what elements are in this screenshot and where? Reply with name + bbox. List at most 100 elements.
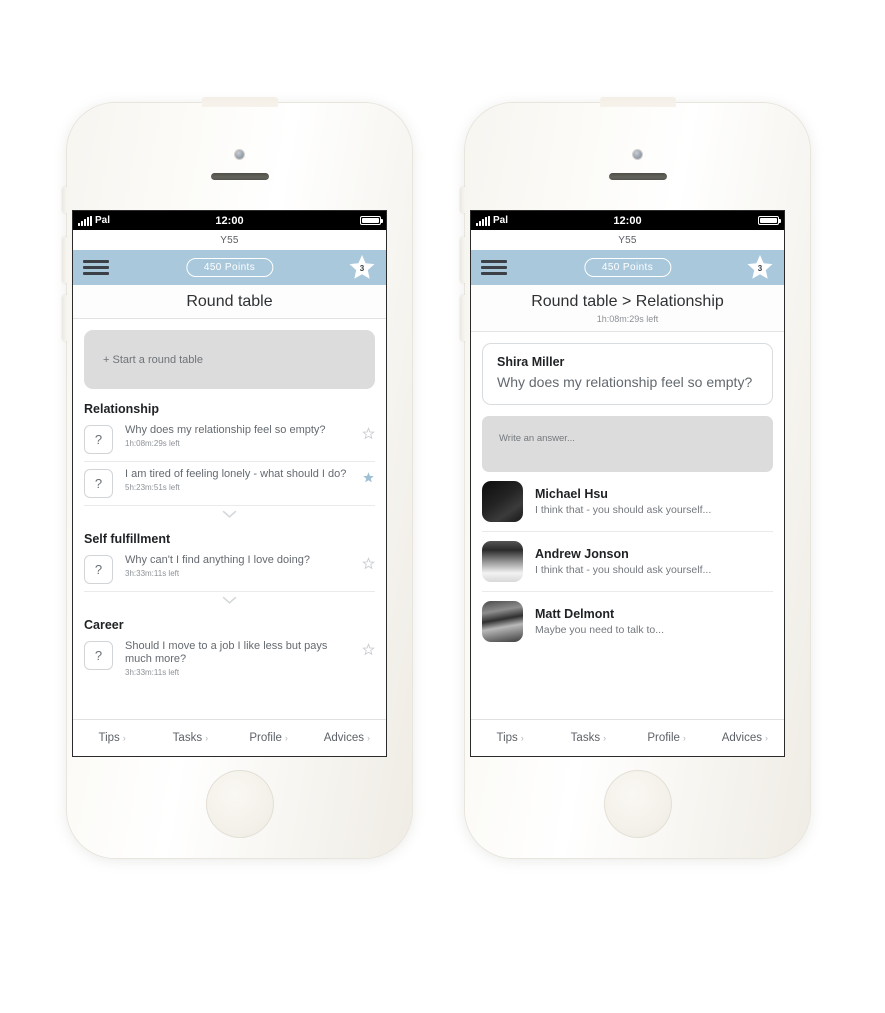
star-filled-icon[interactable]	[362, 471, 375, 489]
earpiece-speaker	[210, 173, 269, 180]
brand-bar: Y55	[471, 230, 784, 250]
category-title-career: Career	[84, 618, 124, 632]
earpiece-speaker	[608, 173, 667, 180]
question-label: Why does my relationship feel so empty?	[125, 424, 326, 436]
volume-up-button[interactable]	[63, 237, 68, 283]
star-badge-icon[interactable]: 3	[348, 254, 376, 281]
tab-label: Tips	[98, 732, 120, 744]
brand-name: Y55	[618, 234, 637, 246]
bottom-tab-bar: Tips › Tasks › Profile › Advices ›	[471, 719, 784, 756]
category-title-self-fulfillment: Self fulfillment	[84, 532, 171, 546]
tab-tips[interactable]: Tips ›	[471, 732, 549, 744]
star-outline-icon[interactable]	[362, 427, 375, 445]
answer-row[interactable]: Michael Hsu I think that - you should as…	[482, 472, 773, 531]
brand-bar: Y55	[73, 230, 386, 250]
app-content-list: + Start a round table Relationship ? Why…	[73, 319, 386, 719]
question-label: Why can't I find anything I love doing?	[125, 554, 310, 566]
question-text-block: Why does my relationship feel so empty? …	[113, 424, 362, 448]
tab-label: Profile	[249, 732, 282, 744]
star-badge-icon[interactable]: 3	[746, 254, 774, 281]
avatar	[482, 481, 523, 522]
star-outline-icon[interactable]	[362, 643, 375, 661]
tab-profile[interactable]: Profile ›	[628, 732, 706, 744]
question-row[interactable]: ? Why does my relationship feel so empty…	[84, 418, 375, 461]
tab-profile[interactable]: Profile ›	[230, 732, 308, 744]
page-title: Round table	[186, 293, 273, 310]
points-badge[interactable]: 450 Points	[185, 258, 274, 277]
write-answer-input[interactable]: Write an answer...	[482, 416, 773, 472]
question-body: Why does my relationship feel so empty?	[497, 374, 753, 390]
question-mark-icon: ?	[84, 641, 113, 670]
title-area: Round table > Relationship 1h:08m:29s le…	[471, 285, 784, 332]
tab-advices[interactable]: Advices ›	[706, 732, 784, 744]
tab-label: Advices	[721, 732, 763, 744]
avatar	[482, 601, 523, 642]
home-button[interactable]	[205, 770, 274, 838]
tab-tasks[interactable]: Tasks ›	[151, 732, 229, 744]
status-time: 12:00	[613, 214, 642, 227]
chevron-right-icon: ›	[765, 733, 769, 743]
phone-device-list: Pal 12:00 Y55 450 Points 3 Round table +…	[63, 97, 412, 858]
question-label: Should I move to a job I like less but p…	[125, 640, 328, 665]
nav-bar: 450 Points 3	[73, 250, 386, 285]
tab-label: Tasks	[570, 732, 601, 744]
question-card: Shira Miller Why does my relationship fe…	[482, 343, 773, 405]
question-mark-icon: ?	[84, 425, 113, 454]
hamburger-menu-icon[interactable]	[481, 260, 507, 275]
screen-round-table-detail: Pal 12:00 Y55 450 Points 3 Round table >…	[470, 210, 785, 757]
question-row[interactable]: ? Should I move to a job I like less but…	[84, 634, 375, 684]
chevron-right-icon: ›	[122, 733, 126, 743]
silent-switch[interactable]	[63, 187, 68, 213]
status-bar: Pal 12:00	[471, 211, 784, 230]
answer-snippet: I think that - you should ask yourself..…	[535, 504, 712, 516]
breadcrumb: Round table > Relationship	[531, 293, 724, 310]
question-timer: 3h:33m:11s left	[125, 569, 180, 578]
question-mark-icon: ?	[84, 469, 113, 498]
front-camera-icon	[234, 150, 244, 159]
star-outline-icon[interactable]	[362, 557, 375, 575]
collapse-section-button[interactable]	[84, 592, 375, 605]
volume-down-button[interactable]	[63, 295, 68, 341]
silent-switch[interactable]	[461, 187, 466, 213]
start-round-table-button[interactable]: + Start a round table	[84, 330, 375, 389]
answer-author: Michael Hsu	[535, 487, 608, 501]
answer-author: Matt Delmont	[535, 607, 615, 621]
question-text-block: Should I move to a job I like less but p…	[113, 640, 362, 677]
points-badge[interactable]: 450 Points	[583, 258, 672, 277]
tab-label: Tips	[496, 732, 518, 744]
start-round-table-label: + Start a round table	[103, 353, 203, 366]
question-row[interactable]: ? I am tired of feeling lonely - what sh…	[84, 462, 375, 505]
status-bar: Pal 12:00	[73, 211, 386, 230]
front-camera-icon	[632, 150, 642, 159]
tab-tasks[interactable]: Tasks ›	[549, 732, 627, 744]
question-row[interactable]: ? Why can't I find anything I love doing…	[84, 548, 375, 591]
home-button[interactable]	[603, 770, 672, 838]
chevron-right-icon: ›	[367, 733, 371, 743]
chevron-right-icon: ›	[603, 733, 607, 743]
round-timer: 1h:08m:29s left	[596, 314, 659, 324]
status-time: 12:00	[215, 214, 244, 227]
answer-text-block: Michael Hsu I think that - you should as…	[523, 487, 711, 516]
question-mark-icon: ?	[84, 555, 113, 584]
volume-down-button[interactable]	[461, 295, 466, 341]
bottom-tab-bar: Tips › Tasks › Profile › Advices ›	[73, 719, 386, 756]
question-text-block: I am tired of feeling lonely - what shou…	[113, 468, 362, 492]
nav-bar: 450 Points 3	[471, 250, 784, 285]
tab-label: Advices	[323, 732, 365, 744]
tab-advices[interactable]: Advices ›	[308, 732, 386, 744]
title-area: Round table	[73, 285, 386, 319]
answer-text-block: Matt Delmont Maybe you need to talk to..…	[523, 607, 664, 636]
hamburger-menu-icon[interactable]	[83, 260, 109, 275]
volume-up-button[interactable]	[461, 237, 466, 283]
answer-snippet: I think that - you should ask yourself..…	[535, 564, 712, 576]
tab-label: Tasks	[172, 732, 203, 744]
question-timer: 3h:33m:11s left	[125, 668, 180, 677]
answer-row[interactable]: Matt Delmont Maybe you need to talk to..…	[482, 592, 773, 651]
battery-full-icon	[758, 216, 781, 225]
collapse-section-button[interactable]	[84, 506, 375, 519]
tab-tips[interactable]: Tips ›	[73, 732, 151, 744]
answer-text-block: Andrew Jonson I think that - you should …	[523, 547, 711, 576]
question-timer: 5h:23m:51s left	[125, 483, 180, 492]
answer-row[interactable]: Andrew Jonson I think that - you should …	[482, 532, 773, 591]
star-badge-count: 3	[359, 263, 365, 273]
